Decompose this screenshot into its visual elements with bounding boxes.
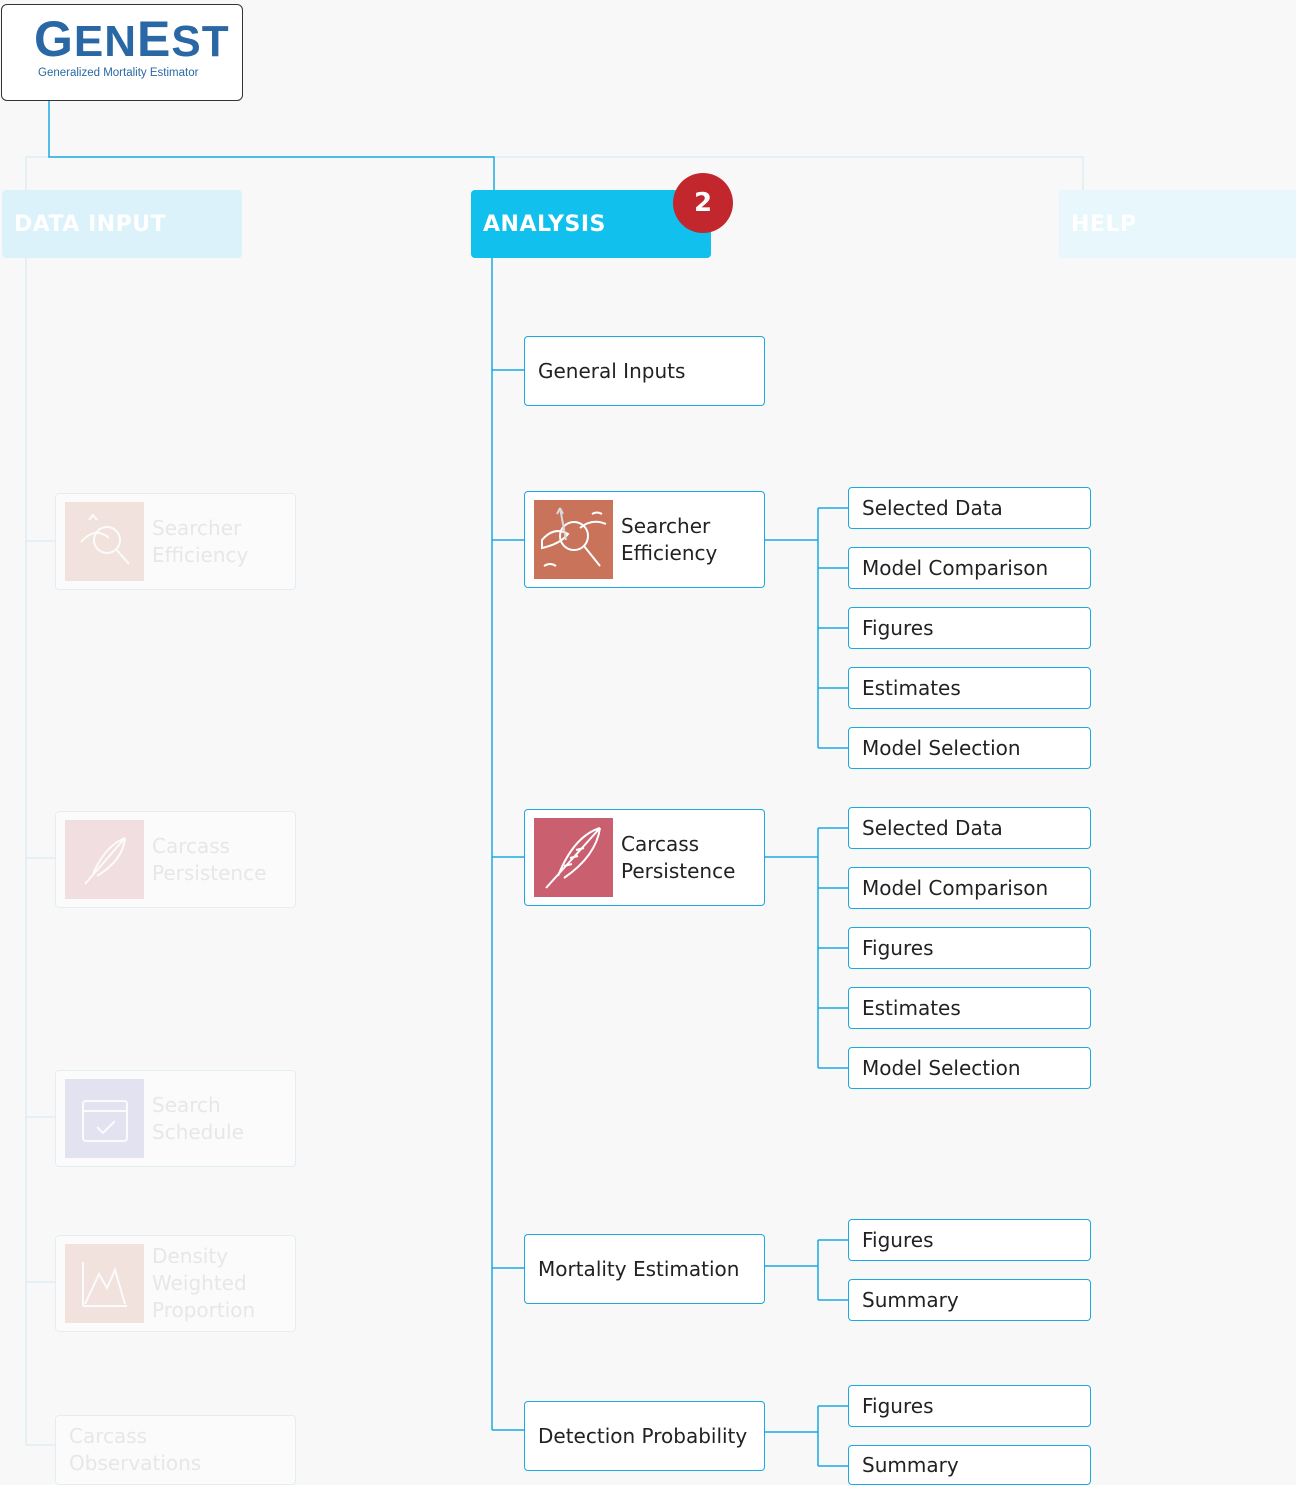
mortality-figures[interactable]: Figures bbox=[848, 1219, 1091, 1261]
cp-estimates[interactable]: Estimates bbox=[848, 987, 1091, 1029]
tab-help[interactable]: HELP bbox=[1059, 190, 1296, 258]
mortality-estimation-label: Mortality Estimation bbox=[538, 1257, 740, 1281]
tab-analysis-label: ANALYSIS bbox=[483, 211, 606, 237]
searcher-efficiency-icon bbox=[534, 500, 613, 579]
detection-summary[interactable]: Summary bbox=[848, 1445, 1091, 1485]
mortality-estimation-node[interactable]: Mortality Estimation bbox=[524, 1234, 765, 1304]
cp-selected-data[interactable]: Selected Data bbox=[848, 807, 1091, 849]
cp-label-line1: Carcass bbox=[621, 831, 700, 856]
tab-data-input-label: DATA INPUT bbox=[14, 211, 167, 237]
detection-figures[interactable]: Figures bbox=[848, 1385, 1091, 1427]
feather-icon bbox=[65, 820, 144, 899]
general-inputs-node[interactable]: General Inputs bbox=[524, 336, 765, 406]
data-input-carcass-persistence[interactable]: Carcass Persistence bbox=[55, 811, 296, 908]
detection-probability-node[interactable]: Detection Probability bbox=[524, 1401, 765, 1471]
se-label-line2: Efficiency bbox=[621, 540, 718, 565]
se-label-line1: Searcher bbox=[621, 513, 711, 538]
se-figures[interactable]: Figures bbox=[848, 607, 1091, 649]
se-selected-data[interactable]: Selected Data bbox=[848, 487, 1091, 529]
tab-data-input[interactable]: DATA INPUT bbox=[2, 190, 242, 258]
cp-model-comparison[interactable]: Model Comparison bbox=[848, 867, 1091, 909]
tab-help-label: HELP bbox=[1071, 211, 1137, 237]
se-model-selection[interactable]: Model Selection bbox=[848, 727, 1091, 769]
feather-icon bbox=[534, 818, 613, 897]
data-input-search-schedule[interactable]: Search Schedule bbox=[55, 1070, 296, 1167]
cp-figures[interactable]: Figures bbox=[848, 927, 1091, 969]
data-input-density-weighted-proportion[interactable]: Density Weighted Proportion bbox=[55, 1235, 296, 1332]
cp-label-line2: Persistence bbox=[621, 858, 736, 883]
step-badge: 2 bbox=[673, 173, 733, 233]
logo-title: GENEST bbox=[34, 11, 230, 67]
se-model-comparison[interactable]: Model Comparison bbox=[848, 547, 1091, 589]
searcher-efficiency-icon bbox=[65, 502, 144, 581]
density-icon bbox=[65, 1244, 144, 1323]
data-input-searcher-efficiency[interactable]: Searcher Efficiency bbox=[55, 493, 296, 590]
carcass-persistence-node[interactable]: Carcass Persistence bbox=[524, 809, 765, 906]
searcher-efficiency-node[interactable]: Searcher Efficiency bbox=[524, 491, 765, 588]
general-inputs-label: General Inputs bbox=[538, 359, 686, 383]
logo-subtitle: Generalized Mortality Estimator bbox=[38, 67, 199, 79]
mortality-summary[interactable]: Summary bbox=[848, 1279, 1091, 1321]
calendar-icon bbox=[65, 1079, 144, 1158]
data-input-carcass-observations[interactable]: Carcass Observations bbox=[55, 1415, 296, 1485]
detection-probability-label: Detection Probability bbox=[538, 1424, 748, 1448]
se-estimates[interactable]: Estimates bbox=[848, 667, 1091, 709]
cp-model-selection[interactable]: Model Selection bbox=[848, 1047, 1091, 1089]
